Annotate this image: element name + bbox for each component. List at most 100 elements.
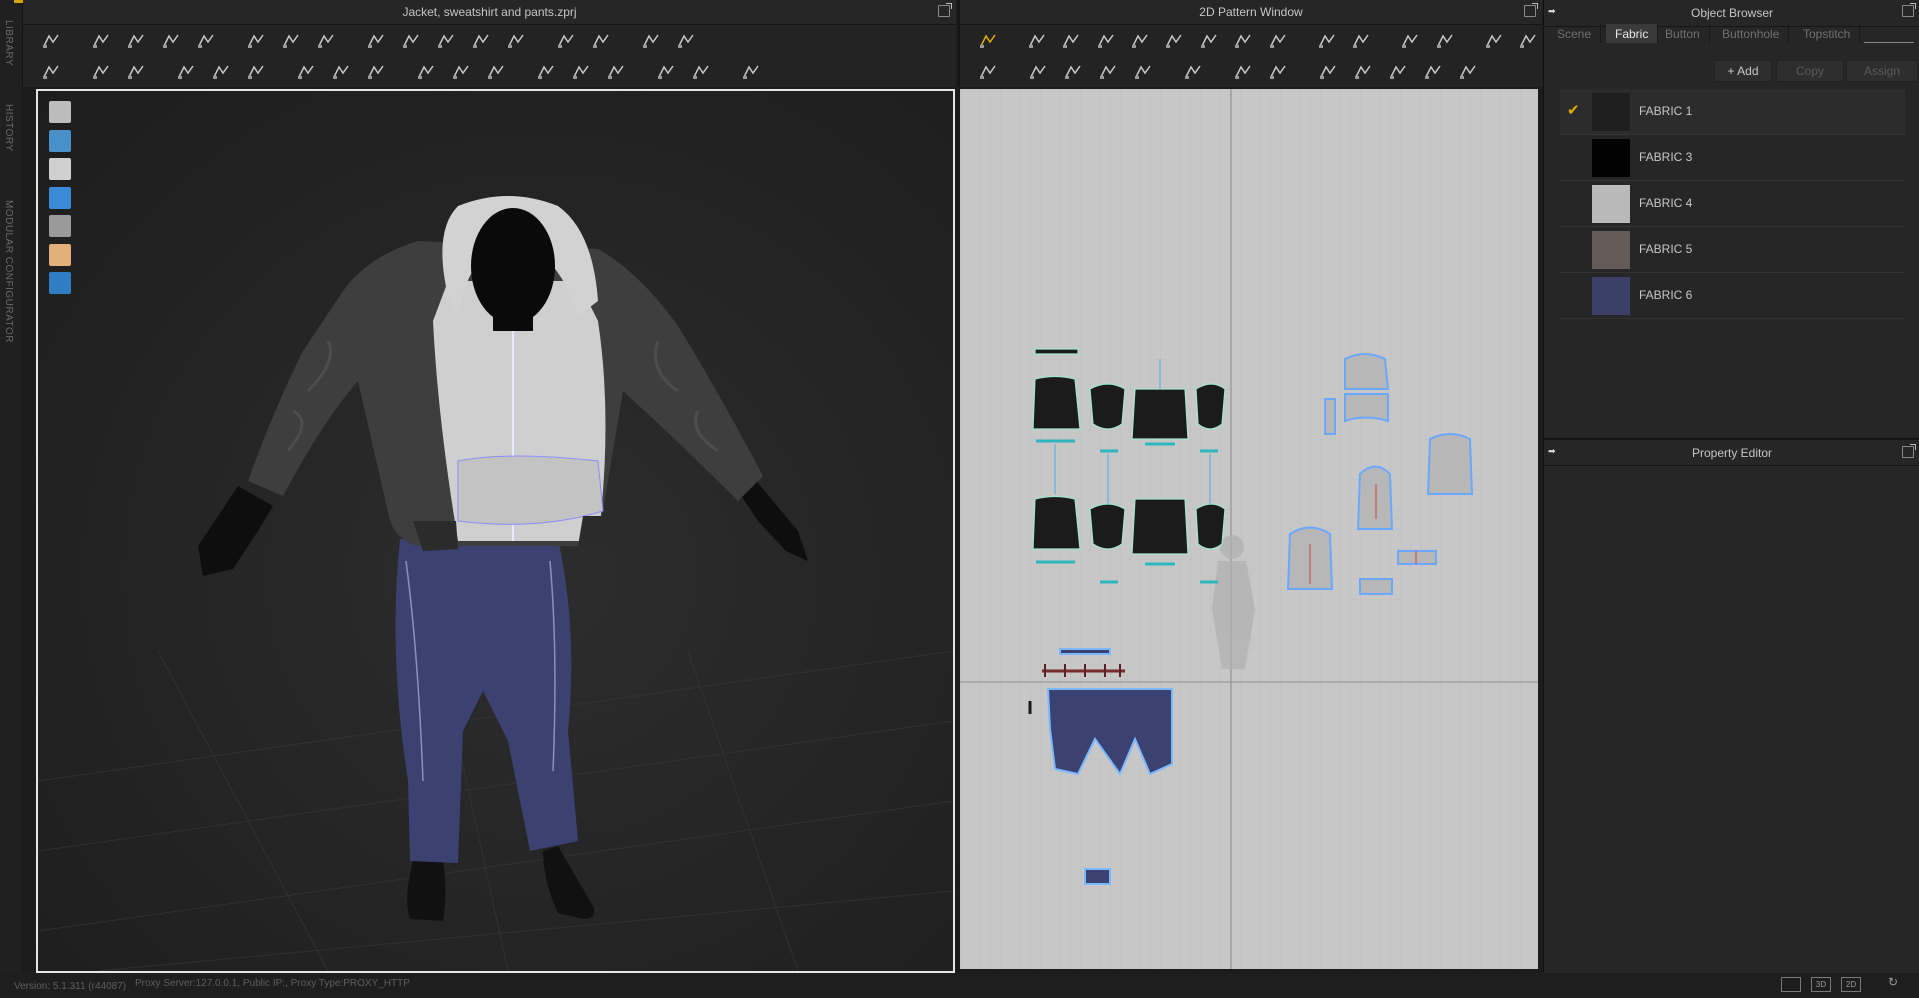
fabric-list-item[interactable]: FABRIC 6 [1560,273,1905,319]
topstitch-icon[interactable] [482,60,510,84]
circle-icon[interactable] [1229,29,1256,53]
button-icon[interactable] [412,60,440,84]
unfold-icon[interactable] [1431,29,1458,53]
tack-icon[interactable] [242,60,270,84]
float-window-icon[interactable] [938,3,952,17]
button-icon[interactable] [1349,60,1377,84]
tab-fabric[interactable]: Fabric [1606,24,1659,43]
tab-scene[interactable]: Scene [1548,24,1602,43]
fold-icon[interactable] [1397,29,1424,53]
collapse-arrow-icon[interactable]: ➡ [1548,6,1556,17]
simulation-arrow-icon[interactable] [37,29,65,53]
grid-icon[interactable] [637,29,665,53]
free-sew-icon[interactable] [207,60,235,84]
tab-buttonhole[interactable]: Buttonhole [1713,24,1790,43]
transform-pattern-icon[interactable] [122,29,150,53]
free-sew-2-icon[interactable] [1059,60,1087,84]
internal-rectangle-icon[interactable] [1313,29,1340,53]
arrange-icon[interactable] [502,29,530,53]
segment-sew-icon[interactable] [172,60,200,84]
free-sew-icon[interactable] [1024,60,1052,84]
buttonhole-icon[interactable] [1384,60,1412,84]
avatar-icon[interactable] [49,158,71,180]
texture-icon[interactable] [49,187,71,209]
polygon-icon[interactable] [1161,29,1188,53]
internal-polygon-icon[interactable] [1264,29,1291,53]
edit-points-icon[interactable] [1023,29,1050,53]
flatten-icon[interactable] [687,60,715,84]
fabric-property-icon[interactable] [49,130,71,152]
edit-curvature-icon[interactable] [157,29,185,53]
lock-icon[interactable] [567,60,595,84]
library-tab[interactable]: LIBRARY [3,20,14,66]
assign-fabric-button[interactable]: Assign [1846,60,1918,82]
hanger-icon[interactable] [1229,60,1257,84]
topstitch-icon[interactable] [1419,60,1447,84]
split-view-button[interactable] [1781,977,1801,992]
fabric-list-item[interactable]: ✔ FABRIC 1 [1560,89,1905,135]
curve-point-icon[interactable] [1058,29,1085,53]
edit-segment-icon[interactable] [1126,29,1153,53]
2d-pattern-viewport[interactable] [960,89,1538,969]
skin-icon[interactable] [49,244,71,266]
fold-arrange-icon[interactable] [327,60,355,84]
tape-icon[interactable] [397,29,425,53]
garment-icon[interactable] [49,101,71,123]
collapse-arrow-icon[interactable]: ➡ [1548,446,1556,457]
bond-icon[interactable] [432,29,460,53]
grid-large-icon[interactable] [1515,29,1542,53]
view-3d-button[interactable]: 3D [1811,977,1831,992]
pattern-toolbar-row-2 [960,56,1542,87]
selected-check-icon: ✔ [1567,102,1580,119]
shirring-icon[interactable] [1314,60,1342,84]
steam-icon[interactable] [1179,60,1207,84]
modular-configurator-tab[interactable]: MODULAR CONFIGURATOR [3,200,14,343]
history-tab[interactable]: HISTORY [3,104,14,152]
rotate-pattern-icon[interactable] [312,29,340,53]
zipper-icon[interactable] [532,60,560,84]
fabric-list-item[interactable]: FABRIC 3 [1560,135,1905,181]
grid-icon[interactable] [1480,29,1507,53]
draw-line-icon[interactable] [362,29,390,53]
float-window-icon[interactable] [1902,3,1916,17]
tab-topstitch[interactable]: Topstitch [1794,24,1861,43]
float-window-icon[interactable] [1524,3,1538,17]
rotate-icon[interactable] [277,29,305,53]
trace-icon[interactable] [1347,29,1374,53]
needle-icon[interactable] [122,60,150,84]
internal-line-icon[interactable] [467,29,495,53]
zipper-icon[interactable] [1454,60,1482,84]
avatar-icon[interactable] [587,29,615,53]
grid-large-icon[interactable] [672,29,700,53]
ruler-icon[interactable] [652,60,680,84]
hanger-icon[interactable] [292,60,320,84]
pin-icon[interactable] [87,60,115,84]
buttonhole-icon[interactable] [447,60,475,84]
measure-icon[interactable] [602,60,630,84]
fabric-list-item[interactable]: FABRIC 4 [1560,181,1905,227]
segment-select-icon[interactable] [192,29,220,53]
edit-curvature-icon[interactable] [1092,29,1119,53]
rectangle-icon[interactable] [1195,29,1222,53]
refresh-icon[interactable]: ↻ [1888,975,1898,989]
sew-icon[interactable] [974,60,1002,84]
tab-button[interactable]: Button [1656,24,1710,43]
avatar-pose-icon[interactable] [37,60,65,84]
transform-pattern-icon[interactable] [974,29,1001,53]
needle-icon[interactable] [1264,60,1292,84]
render-icon[interactable] [49,215,71,237]
add-fabric-button[interactable]: + Add [1714,60,1772,82]
symmetric-edit-icon[interactable] [242,29,270,53]
fabric-list-item[interactable]: FABRIC 5 [1560,227,1905,273]
shirring-icon[interactable] [362,60,390,84]
float-window-icon[interactable] [1902,444,1916,458]
view-2d-button[interactable]: 2D [1841,977,1861,992]
move-axis-icon[interactable] [737,60,765,84]
3d-viewport[interactable] [36,89,955,973]
fold-icon[interactable] [552,29,580,53]
check-sew-icon[interactable] [1094,60,1122,84]
copy-fabric-button[interactable]: Copy [1776,60,1844,82]
select-move-icon[interactable] [87,29,115,53]
globe-icon[interactable] [49,272,71,294]
measure-icon[interactable] [1129,60,1157,84]
